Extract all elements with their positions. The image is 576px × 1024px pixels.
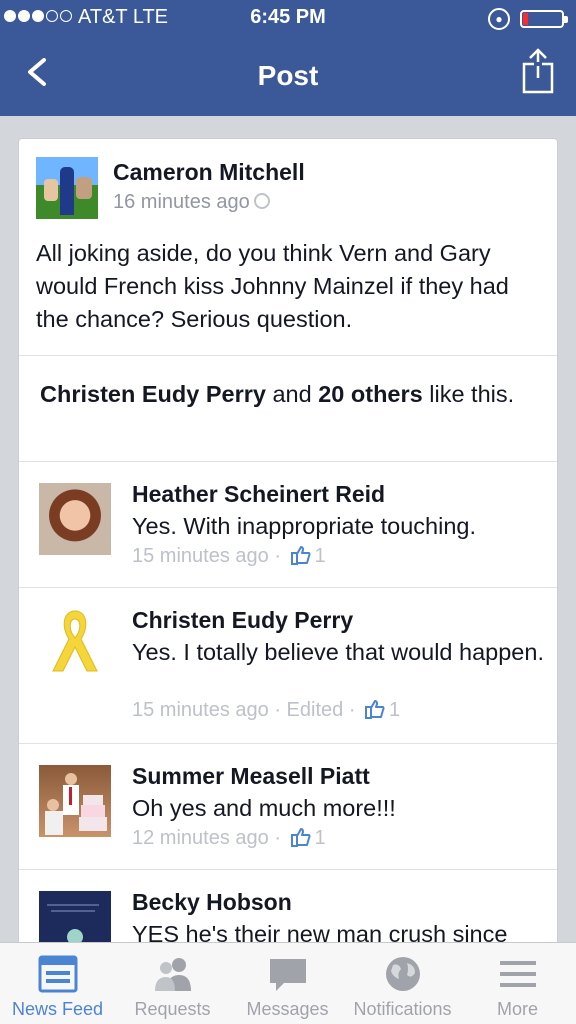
comment-time: 12 minutes ago [132,827,269,849]
page-title: Post [257,60,319,91]
friend-requests-icon [155,958,191,991]
comment-like-count: 1 [314,545,326,567]
comment-text: Yes. With inappropriate touching. [132,513,477,539]
comment-time: 15 minutes ago [132,699,269,721]
globe-icon [253,193,270,209]
separator: · [268,699,287,721]
post-body: All joking aside, do you think Vern and … [36,240,509,332]
globe-icon [386,957,420,991]
yellow-ribbon-icon [52,610,98,672]
likes-suffix: like this. [422,381,515,407]
thumbs-up-icon[interactable] [365,699,385,719]
tab-messages[interactable]: Messages [230,943,345,1024]
tab-news-feed[interactable]: News Feed [0,943,115,1024]
liker-name[interactable]: Christen Eudy Perry [40,381,266,407]
comment-meta: 15 minutes ago · 1 [132,545,326,568]
wedding-cake-photo [45,773,107,835]
comment-item: Christen Eudy Perry Yes. I totally belie… [19,587,557,743]
tab-more[interactable]: More [460,943,575,1024]
comment-meta: 15 minutes ago · Edited · 1 [132,699,400,722]
tab-notifications[interactable]: Notifications [345,943,460,1024]
comment-like-count: 1 [389,699,401,721]
menu-icon [500,961,536,987]
battery-icon [520,10,568,28]
tab-label: Notifications [353,999,452,1019]
avatar[interactable] [39,605,111,677]
avatar[interactable] [39,483,111,555]
share-icon[interactable] [522,48,554,94]
thumbs-up-icon[interactable] [290,827,311,847]
comment-like-count: 1 [314,827,326,849]
commenter-name[interactable]: Becky Hobson [132,889,292,916]
tab-bar: News Feed Requests Messages Notification… [0,942,576,1024]
tab-label: More [496,999,538,1019]
likes-others[interactable]: 20 others [318,381,423,407]
status-bar: AT&T LTE 6:45 PM ● [0,6,576,32]
tab-requests[interactable]: Requests [115,943,230,1024]
navigation-bar: Post [0,36,576,116]
divider [19,355,557,356]
commenter-name[interactable]: Christen Eudy Perry [132,607,353,634]
separator: · [268,827,287,849]
post-author-name[interactable]: Cameron Mitchell [113,159,305,186]
commenter-name[interactable]: Heather Scheinert Reid [132,481,385,508]
avatar[interactable] [39,765,111,837]
separator: · [343,699,362,721]
comment-meta: 12 minutes ago · 1 [132,827,326,850]
post-header: Cameron Mitchell 16 minutes ago [19,139,559,229]
messages-icon [270,959,306,991]
comment-text: Oh yes and much more!!! [132,795,396,821]
thumbs-up-icon[interactable] [290,545,311,565]
top-bar: AT&T LTE 6:45 PM ● Post [0,0,576,116]
edited-label[interactable]: Edited [287,699,344,721]
tab-label: Requests [134,999,211,1019]
avatar[interactable] [36,157,98,219]
comment-item: Heather Scheinert Reid Yes. With inappro… [19,461,557,587]
comment-item: Summer Measell Piatt Oh yes and much mor… [19,743,557,869]
news-feed-icon [38,955,78,993]
separator: · [268,545,287,567]
likes-and: and [265,381,319,407]
commenter-name[interactable]: Summer Measell Piatt [132,763,370,790]
post-timestamp[interactable]: 16 minutes ago [113,191,270,214]
post-card: Cameron Mitchell 16 minutes ago All joki… [18,138,558,968]
tab-label: News Feed [11,999,104,1019]
rotation-lock-icon: ● [488,8,510,30]
post-time-text: 16 minutes ago [113,191,250,213]
tab-label: Messages [246,999,329,1019]
comment-text: Yes. I totally believe that would happen… [132,639,544,665]
likes-summary[interactable]: Christen Eudy Perry and 20 others like t… [40,379,540,409]
comment-time: 15 minutes ago [132,545,269,567]
